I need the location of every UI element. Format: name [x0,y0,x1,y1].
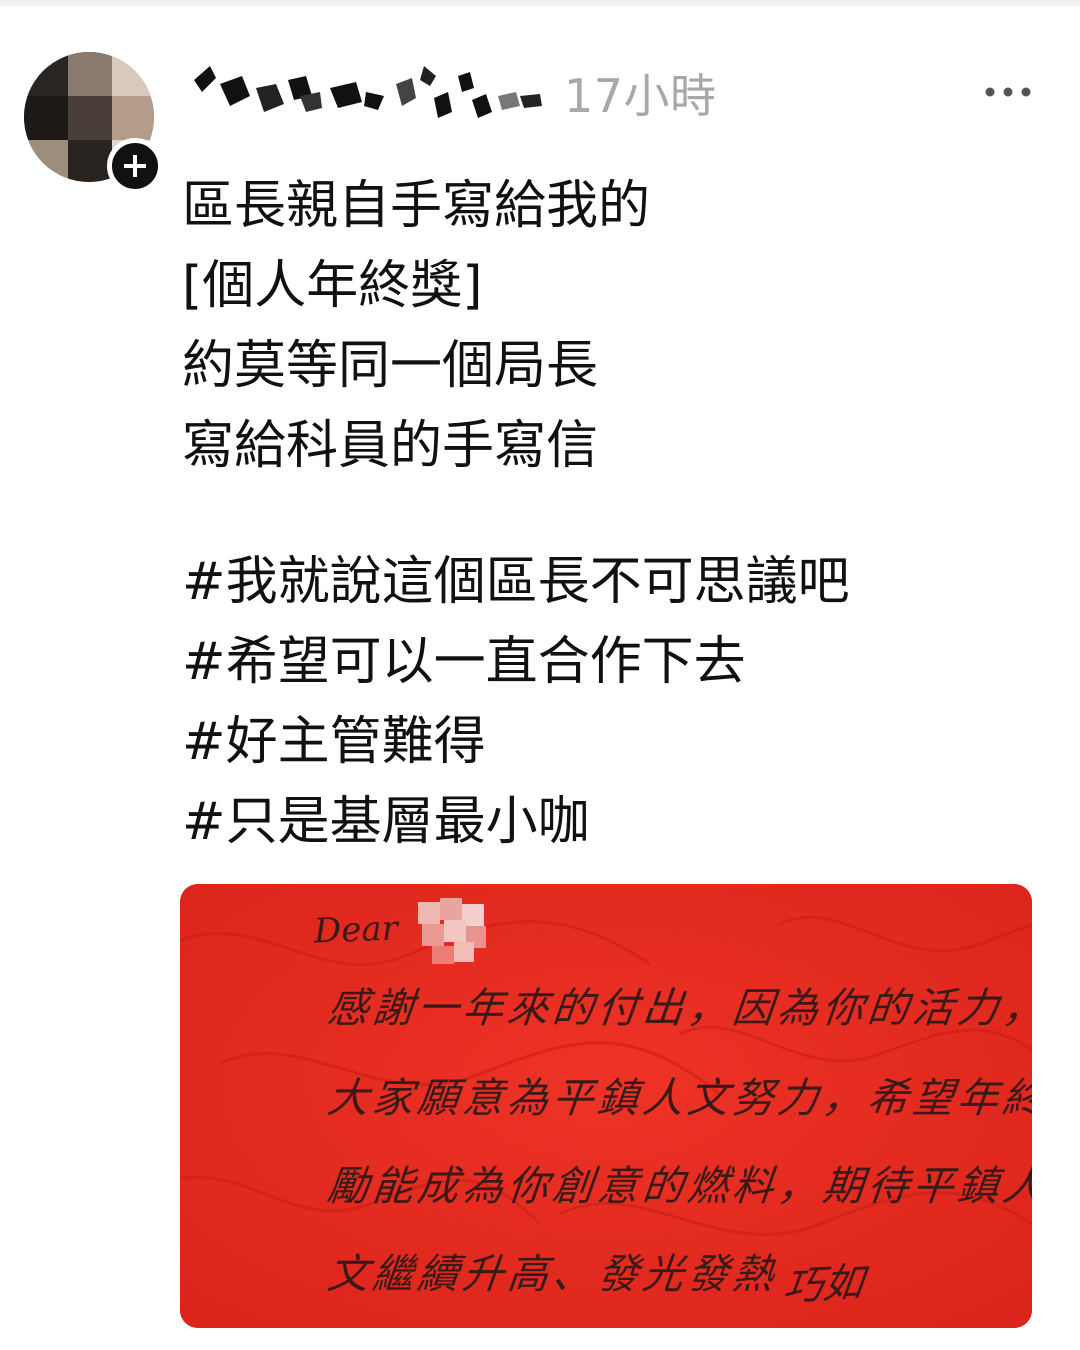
hashtag-link[interactable]: #我就說這個區長不可思議吧 [182,542,1042,622]
more-options-button[interactable] [980,76,1036,108]
caption-line: [個人年終獎] [182,256,483,316]
letter-line: 勵能成為你創意的燃料，期待平鎮人 [325,1162,1032,1210]
letter-greeting: Dear [313,908,399,952]
username-redacted[interactable] [180,62,550,128]
letter-signature: 巧如 [780,1259,867,1311]
thread-post: 17小時 區長親自手寫給我的 [個人年終獎] 約莫等同一個局長 寫給科員的手寫信… [0,0,1080,1350]
plus-icon [122,153,148,179]
post-timestamp: 17小時 [564,69,717,123]
letter-line: 感謝一年來的付出，因為你的活力，讓 [325,984,1032,1032]
caption-line: 約莫等同一個局長 [182,336,599,396]
follow-button[interactable] [107,138,163,194]
post-image-red-card[interactable]: Dear 感謝一年來的付出，因為你的活力，讓 大家願意為平鎮人文努力，希望年終小… [180,884,1032,1328]
letter-line: 文繼續升高、發光發熱 [325,1250,781,1298]
letter-line: 大家願意為平鎮人文努力，希望年終小獎 [325,1074,1032,1122]
more-horizontal-icon [984,83,1032,102]
hashtag-link[interactable]: #希望可以一直合作下去 [182,622,1042,702]
post-caption: 區長親自手寫給我的 [個人年終獎] 約莫等同一個局長 寫給科員的手寫信 #我就說… [182,166,1042,862]
hashtag-link[interactable]: #好主管難得 [182,702,1042,782]
caption-line: 寫給科員的手寫信 [182,416,599,476]
caption-line: 區長親自手寫給我的 [182,176,651,236]
hashtag-link[interactable]: #只是基層最小咖 [182,782,1042,862]
